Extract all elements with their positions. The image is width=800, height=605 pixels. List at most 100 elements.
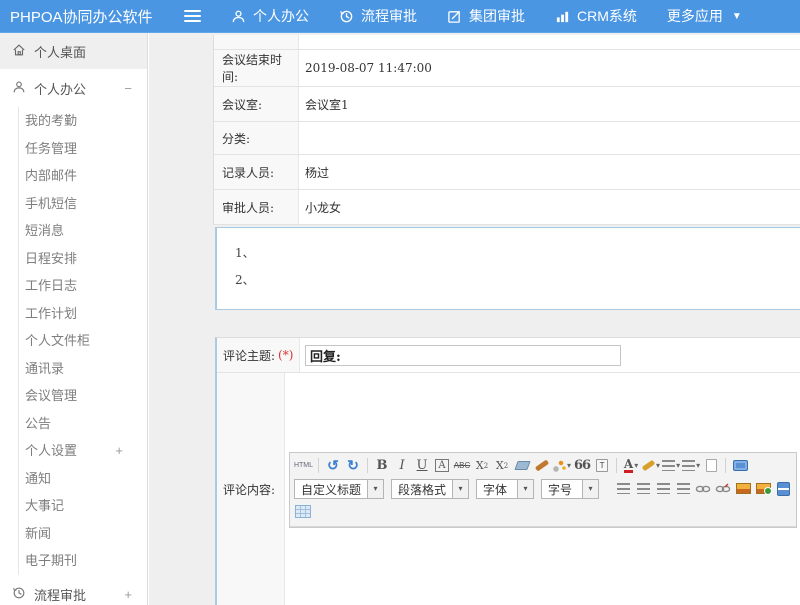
caret-down-icon: ▾ [634,461,638,470]
field-label: 会议室: [214,87,299,121]
field-value [299,122,800,154]
bold-button[interactable]: B [373,457,391,475]
subscript-button[interactable]: X2 [493,457,511,475]
expand-icon[interactable]: + [115,437,123,465]
table-row: 记录人员: 杨过 [214,155,800,190]
align-right-button[interactable] [654,480,672,498]
custom-heading-select[interactable]: 自定义标题 ▾ [294,479,384,499]
strikethrough-button[interactable]: ABC [453,457,471,475]
sidebar-item-contacts[interactable]: 通讯录 [19,355,147,383]
paintbrush-button[interactable] [533,457,551,475]
table-row: 会议室: 会议室1 [214,87,800,122]
field-value: 会议室1 [299,87,800,121]
top-header: PHPOA协同办公软件 个人办公 流程审批 [0,0,800,33]
sidebar-item-personal-settings[interactable]: 个人设置 + [19,437,147,465]
caret-down-icon: ▾ [656,461,660,470]
italic-button[interactable]: I [393,457,411,475]
unordered-list-button[interactable]: ▾ [682,457,700,475]
comment-subject-input[interactable] [305,345,621,366]
font-color-button[interactable]: A▾ [622,457,640,475]
caret-down-icon: ▾ [696,461,700,470]
hamburger-menu-icon[interactable] [184,10,201,23]
sidebar-item-major-events[interactable]: 大事记 [19,492,147,520]
multi-image-icon [756,483,771,494]
app-logo: PHPOA协同办公软件 [0,6,184,27]
align-justify-button[interactable] [674,480,692,498]
toolbar-row-2: 自定义标题 ▾ 段落格式 ▾ 字体 ▾ [294,477,792,501]
bar-chart-icon [555,9,570,24]
nav-more-apps[interactable]: 更多应用 ▼ [667,6,742,26]
sidebar-item-file-cabinet[interactable]: 个人文件柜 [19,327,147,355]
highlight-pen-button[interactable]: ▾ [642,457,660,475]
fullscreen-button[interactable] [731,457,749,475]
sidebar-item-attendance[interactable]: 我的考勤 [19,107,147,135]
table-row: 会议结束时间: 2019-08-07 11:47:00 [214,50,800,87]
fullscreen-icon [733,460,748,471]
clipboard-icon: T [596,459,608,472]
home-icon [12,43,26,60]
format-wand-icon [553,459,566,472]
superscript-button[interactable]: X2 [473,457,491,475]
remove-link-button[interactable] [714,480,732,498]
sidebar-group-workflow-approval[interactable]: 流程审批 + [0,579,147,605]
new-page-button[interactable] [702,457,720,475]
insert-image-button[interactable] [734,480,752,498]
sidebar-submenu: 我的考勤 任务管理 内部邮件 手机短信 短消息 日程安排 工作日志 工作计划 个… [18,107,147,575]
sidebar-item-notifications[interactable]: 通知 [19,465,147,493]
nav-crm-system[interactable]: CRM系统 [555,6,637,26]
sidebar-item-short-message[interactable]: 短消息 [19,217,147,245]
sidebar-item-news[interactable]: 新闻 [19,520,147,548]
sidebar-group-personal-office[interactable]: 个人办公 − [0,73,147,104]
sidebar-item-tasks[interactable]: 任务管理 [19,135,147,163]
sidebar-item-announcements[interactable]: 公告 [19,410,147,438]
comment-content-row: 评论内容: HTML ↺ ↻ B I U [217,373,800,605]
paragraph-format-select[interactable]: 段落格式 ▾ [391,479,469,499]
sidebar-item-e-journal[interactable]: 电子期刊 [19,547,147,575]
comment-subject-label: 评论主题: [223,347,275,364]
nav-group-approval[interactable]: 集团审批 [447,6,525,26]
toolbar-row-3 [294,501,792,523]
comment-content-label: 评论内容: [223,481,275,498]
table-row: 分类: [214,122,800,155]
main-content: 会议结束时间: 2019-08-07 11:47:00 会议室: 会议室1 分类… [149,33,800,605]
html-source-button[interactable]: HTML [294,457,313,475]
nav-personal-office[interactable]: 个人办公 [231,6,309,26]
undo-button[interactable]: ↺ [324,457,342,475]
underline-button[interactable]: U [413,457,431,475]
minutes-line: 2、 [235,267,800,294]
ordered-list-button[interactable]: ▾ [662,457,680,475]
collapse-icon[interactable]: − [124,81,132,96]
eraser-button[interactable] [513,457,531,475]
paste-as-text-button[interactable]: T [593,457,611,475]
caret-down-icon: ▼ [732,11,742,22]
sidebar-item-meeting-management[interactable]: 会议管理 [19,382,147,410]
unordered-list-icon [682,460,695,471]
comment-form-table: 评论主题: (*) 评论内容: HTML ↺ [215,337,800,605]
align-left-button[interactable] [614,480,632,498]
caret-down-icon: ▾ [567,461,571,470]
sidebar-item-schedule[interactable]: 日程安排 [19,245,147,273]
sidebar-item-internal-mail[interactable]: 内部邮件 [19,162,147,190]
history-icon [12,586,26,603]
editor-toolbar: HTML ↺ ↻ B I U A ABC X2 X2 [290,453,796,527]
nav-workflow-approval[interactable]: 流程审批 [339,6,417,26]
field-label: 记录人员: [214,155,299,189]
insert-table-button[interactable] [294,503,312,521]
split-view-button[interactable] [774,480,792,498]
redo-button[interactable]: ↻ [344,457,362,475]
sidebar-item-desktop[interactable]: 个人桌面 [0,33,147,69]
font-name-button[interactable]: A [435,459,448,472]
blockquote-button[interactable]: 66 [573,457,591,475]
insert-link-button[interactable] [694,480,712,498]
sidebar-item-sms[interactable]: 手机短信 [19,190,147,218]
sidebar-item-work-log[interactable]: 工作日志 [19,272,147,300]
caret-down-icon: ▾ [676,461,680,470]
insert-multi-image-button[interactable] [754,480,772,498]
font-family-select[interactable]: 字体 ▾ [476,479,534,499]
sidebar-item-work-plan[interactable]: 工作计划 [19,300,147,328]
align-center-button[interactable] [634,480,652,498]
expand-icon[interactable]: + [124,587,132,602]
format-wand-button[interactable]: ▾ [553,457,571,475]
minutes-line: 1、 [235,240,800,267]
font-size-select[interactable]: 字号 ▾ [541,479,599,499]
